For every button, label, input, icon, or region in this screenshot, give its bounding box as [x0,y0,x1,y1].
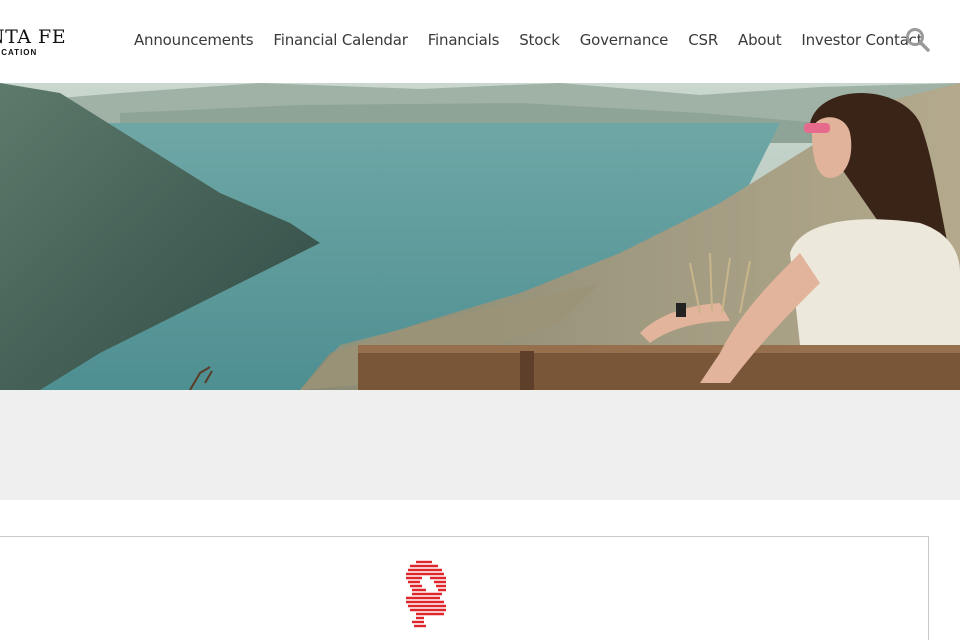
nav-csr[interactable]: CSR [678,31,728,49]
logo-wordmark: NTA FE [0,26,67,48]
nav-announcements[interactable]: Announcements [124,31,263,49]
nav-financials[interactable]: Financials [418,31,510,49]
main-nav: Announcements Financial Calendar Financi… [124,29,932,51]
hero-banner-image [0,83,960,390]
site-header: NTA FE OCATION Announcements Financial C… [0,0,960,83]
nav-stock[interactable]: Stock [509,31,570,49]
nav-governance[interactable]: Governance [570,31,679,49]
nav-financial-calendar[interactable]: Financial Calendar [263,31,417,49]
red-horse-emblem-icon [402,558,450,634]
search-icon [906,28,930,52]
content-card [0,536,929,640]
logo-tagline: OCATION [0,48,38,57]
content-band [0,390,960,500]
search-button[interactable] [904,26,932,54]
company-logo[interactable]: NTA FE OCATION [0,26,80,62]
nav-about[interactable]: About [728,31,791,49]
hero-landscape-illustration [0,83,960,390]
